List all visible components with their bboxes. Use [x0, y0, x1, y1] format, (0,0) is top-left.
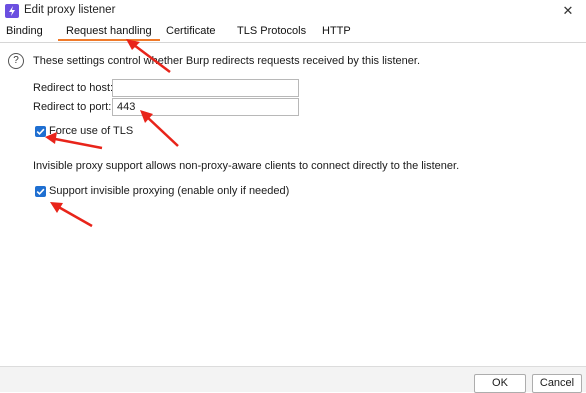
tab-binding[interactable]: Binding — [6, 25, 43, 37]
invisible-proxy-description: Invisible proxy support allows non-proxy… — [33, 160, 460, 172]
invisible-proxy-label: Support invisible proxying (enable only … — [49, 185, 290, 197]
tab-certificate[interactable]: Certificate — [166, 25, 216, 37]
burp-app-icon — [5, 4, 19, 18]
redirect-host-label: Redirect to host: — [33, 82, 114, 94]
tab-tls-protocols[interactable]: TLS Protocols — [237, 25, 306, 37]
redirect-port-input[interactable]: 443 — [112, 98, 299, 116]
force-tls-checkbox[interactable] — [35, 126, 46, 137]
help-icon[interactable]: ? — [8, 53, 24, 69]
cancel-button[interactable]: Cancel — [532, 374, 582, 393]
ok-button[interactable]: OK — [474, 374, 526, 393]
invisible-proxy-checkbox[interactable] — [35, 186, 46, 197]
tab-http[interactable]: HTTP — [322, 25, 351, 37]
annotation-arrow-invisible-proxy — [50, 202, 93, 228]
force-tls-label: Force use of TLS — [49, 125, 134, 137]
window-title: Edit proxy listener — [24, 4, 116, 16]
close-icon[interactable]: ✕ — [558, 2, 578, 20]
redirect-port-label: Redirect to port: — [33, 101, 112, 113]
settings-description: These settings control whether Burp redi… — [33, 55, 421, 67]
title-bar: Edit proxy listener ✕ — [0, 0, 586, 22]
tab-bar: Binding Request handling Certificate TLS… — [0, 22, 586, 43]
redirect-host-input[interactable] — [112, 79, 299, 97]
tab-request-handling[interactable]: Request handling — [58, 25, 160, 41]
